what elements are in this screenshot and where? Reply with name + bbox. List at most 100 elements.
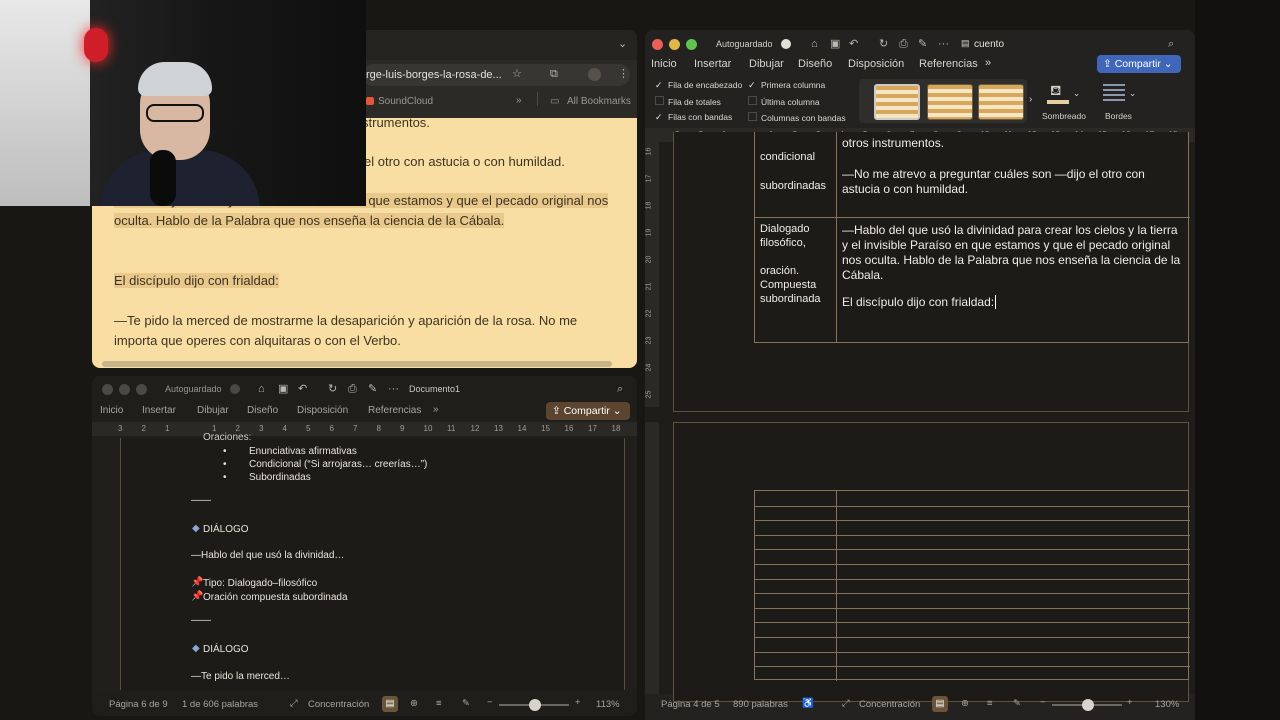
autosave-toggle[interactable]	[230, 384, 240, 394]
print-layout-icon[interactable]: ▤	[932, 696, 948, 712]
word-count[interactable]: 890 palabras	[733, 699, 788, 710]
bookmarks-overflow-icon[interactable]: »	[516, 95, 522, 106]
profile-avatar[interactable]	[588, 68, 601, 81]
focus-icon[interactable]: ⤢	[842, 698, 850, 709]
home-icon[interactable]: ⌂	[811, 38, 818, 50]
outline-icon[interactable]: ≡	[987, 698, 993, 709]
zoom-button[interactable]	[136, 384, 147, 395]
chevron-down-icon[interactable]: ⌄	[618, 38, 627, 50]
borders-icon[interactable]	[1103, 84, 1125, 102]
ribbon-overflow-icon[interactable]: »	[433, 404, 439, 415]
table-cell-right[interactable]: El discípulo dijo con frialdad:	[842, 295, 1182, 310]
table-cell-left[interactable]: subordinadas	[760, 179, 834, 193]
zoom-in-icon[interactable]: +	[575, 697, 581, 708]
table-cell-left-labels[interactable]: Dialogado filosófico, oración. Compuesta…	[760, 222, 834, 306]
share-button[interactable]: ⇪ Compartir ⌄	[546, 402, 630, 420]
option-banded-rows[interactable]: ✓ Filas con bandas	[655, 112, 732, 122]
focus-label[interactable]: Concentración	[859, 699, 920, 710]
zoom-slider-thumb[interactable]	[1082, 699, 1094, 711]
autosave-toggle[interactable]	[781, 39, 791, 49]
tab-insertar[interactable]: Insertar	[142, 405, 176, 416]
option-total-row[interactable]: Fila de totales	[655, 96, 721, 107]
zoom-out-icon[interactable]: −	[487, 697, 493, 708]
undo-icon[interactable]: ↶	[849, 38, 858, 50]
more-vertical-icon[interactable]: ⋮	[618, 68, 629, 80]
chevron-down-icon[interactable]: ⌄	[1129, 88, 1136, 99]
home-icon[interactable]: ⌂	[258, 383, 265, 395]
close-button[interactable]	[102, 384, 113, 395]
table-cell-right[interactable]: —No me atrevo a preguntar cuáles son —di…	[842, 167, 1182, 197]
extensions-icon[interactable]: ⧉	[550, 68, 558, 80]
tab-insertar[interactable]: Insertar	[694, 58, 731, 70]
bookmark-all[interactable]: All Bookmarks	[567, 96, 631, 107]
zoom-out-icon[interactable]: −	[1040, 697, 1046, 708]
table-cell-right-partial[interactable]: otros instrumentos.	[842, 136, 1182, 151]
vertical-ruler[interactable]	[645, 422, 659, 694]
ribbon-overflow-icon[interactable]: »	[985, 57, 991, 69]
redo-icon[interactable]: ↻	[879, 38, 888, 50]
table-style-3[interactable]	[978, 84, 1024, 120]
outline-icon[interactable]: ≡	[436, 698, 442, 709]
table-cell-left[interactable]: condicional	[760, 150, 834, 164]
tab-dibujar[interactable]: Dibujar	[197, 405, 229, 416]
zoom-level[interactable]: 113%	[596, 699, 620, 710]
tab-inicio[interactable]: Inicio	[651, 58, 677, 70]
horizontal-ruler[interactable]: 321123456789101112131415161718	[92, 422, 637, 436]
close-button[interactable]	[652, 39, 663, 50]
more-icon[interactable]: ···	[938, 38, 949, 50]
option-last-column[interactable]: Última columna	[748, 96, 820, 107]
accessibility-icon[interactable]: ♿	[802, 698, 814, 709]
minimize-button[interactable]	[669, 39, 680, 50]
tab-inicio[interactable]: Inicio	[100, 405, 123, 416]
draft-icon[interactable]: ✎	[1013, 698, 1021, 709]
tab-referencias[interactable]: Referencias	[368, 405, 421, 416]
option-header-row[interactable]: ✓ Fila de encabezado	[655, 80, 742, 90]
search-icon[interactable]: ⌕	[1168, 38, 1174, 50]
focus-icon[interactable]: ⤢	[290, 698, 298, 709]
horizontal-scrollbar[interactable]	[102, 361, 612, 367]
paint-bucket-icon[interactable]: ⛾	[1050, 82, 1061, 101]
page-count[interactable]: Página 6 de 9	[109, 699, 168, 710]
table-style-1[interactable]	[874, 84, 920, 120]
tab-dibujar[interactable]: Dibujar	[749, 58, 784, 70]
web-layout-icon[interactable]: ⊕	[410, 698, 418, 709]
print-icon[interactable]: ⎙	[899, 38, 908, 50]
tab-disposicion[interactable]: Disposición	[297, 405, 348, 416]
focus-label[interactable]: Concentración	[308, 699, 369, 710]
draft-icon[interactable]: ✎	[462, 698, 470, 709]
table-style-2[interactable]	[927, 84, 973, 120]
chevron-down-icon[interactable]: ⌄	[1073, 88, 1080, 99]
share-button[interactable]: ⇪ Compartir ⌄	[1097, 55, 1181, 73]
save-icon[interactable]: ▣	[830, 38, 840, 50]
borders-label[interactable]: Bordes	[1105, 111, 1132, 121]
web-layout-icon[interactable]: ⊕	[961, 698, 969, 709]
undo-icon[interactable]: ↶	[298, 383, 307, 395]
save-icon[interactable]: ▣	[278, 383, 288, 395]
zoom-level[interactable]: 130%	[1155, 699, 1179, 710]
tab-diseno[interactable]: Diseño	[247, 405, 278, 416]
gallery-chevron-icon[interactable]: ›	[1029, 94, 1032, 105]
page-count[interactable]: Página 4 de 5	[661, 699, 720, 710]
print-icon[interactable]: ⎙	[348, 383, 357, 395]
edit-icon[interactable]: ✎	[918, 38, 927, 50]
option-banded-columns[interactable]: Columnas con bandas	[748, 112, 846, 123]
zoom-slider-thumb[interactable]	[529, 699, 541, 711]
print-layout-icon[interactable]: ▤	[382, 696, 398, 712]
search-icon[interactable]: ⌕	[617, 383, 623, 395]
edit-icon[interactable]: ✎	[368, 383, 377, 395]
star-icon[interactable]: ☆	[512, 68, 522, 80]
shading-label[interactable]: Sombreado	[1042, 111, 1086, 121]
zoom-button[interactable]	[686, 39, 697, 50]
tab-diseno[interactable]: Diseño	[798, 58, 832, 70]
word-count[interactable]: 1 de 606 palabras	[182, 699, 258, 710]
zoom-in-icon[interactable]: +	[1127, 697, 1133, 708]
tab-disposicion[interactable]: Disposición	[848, 58, 904, 70]
table-cell-right[interactable]: —Hablo del que usó la divinidad para cre…	[842, 223, 1185, 283]
vertical-ruler[interactable]: 16 17 18 19 20 21 22 23 24 25	[645, 142, 659, 407]
redo-icon[interactable]: ↻	[328, 383, 337, 395]
bookmark-soundcloud[interactable]: SoundCloud	[378, 96, 433, 107]
tab-referencias[interactable]: Referencias	[919, 58, 978, 70]
document-title[interactable]: cuento	[974, 39, 1004, 50]
more-icon[interactable]: ···	[388, 383, 399, 395]
minimize-button[interactable]	[119, 384, 130, 395]
